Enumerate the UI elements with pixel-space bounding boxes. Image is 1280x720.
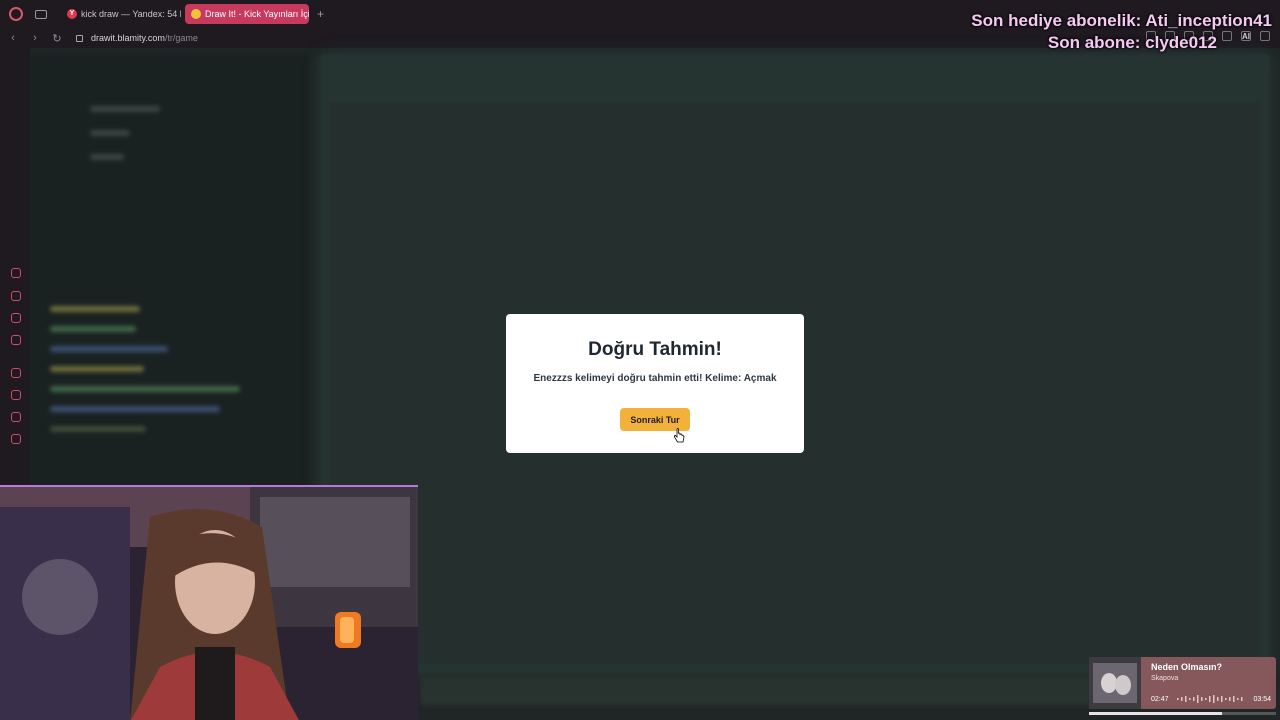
song-artist: Skapova (1151, 675, 1179, 682)
modal-title: Doğru Tahmin! (588, 339, 722, 360)
total-time: 03:54 (1253, 696, 1271, 703)
correct-guess-modal: Doğru Tahmin! Enezzzs kelimeyi doğru tah… (506, 314, 804, 453)
url-field[interactable]: drawit.blamity.com/tr/game (91, 33, 198, 43)
messenger-icon[interactable] (11, 335, 21, 345)
chat-line (50, 346, 168, 352)
modal-message: Enezzzs kelimeyi doğru tahmin etti! Keli… (533, 373, 777, 384)
aria-icon[interactable] (11, 291, 21, 301)
url-host: drawit.blamity.com (91, 33, 165, 43)
last-sub-overlay: Son abone: clyde012 (1047, 33, 1217, 52)
player-row (90, 154, 124, 160)
profile-icon[interactable] (1260, 31, 1270, 41)
player-icon[interactable] (11, 368, 21, 378)
album-art (1089, 657, 1141, 709)
wallet-icon[interactable] (11, 313, 21, 323)
opera-logo-icon[interactable] (9, 7, 23, 21)
chat-line (50, 306, 140, 312)
drawit-favicon-icon (191, 9, 201, 19)
tab-label: kick draw — Yandex: 54 b (81, 9, 181, 19)
waveform-icon (1177, 695, 1243, 703)
webcam-image (0, 487, 418, 720)
player-row (90, 130, 130, 136)
stream-frame: Y kick draw — Yandex: 54 b Draw It! - Ki… (0, 0, 1280, 720)
pin-icon[interactable] (11, 412, 21, 422)
webcam-feed (0, 485, 418, 720)
yandex-favicon-icon: Y (67, 9, 77, 19)
player-row (90, 106, 160, 112)
chat-line (50, 386, 240, 392)
forward-icon[interactable]: › (26, 32, 44, 44)
ai-button[interactable]: AI (1242, 32, 1250, 41)
players-panel (30, 54, 310, 494)
reload-icon[interactable]: ↻ (48, 32, 66, 45)
history-icon[interactable] (11, 268, 21, 278)
current-time: 02:47 (1151, 696, 1169, 703)
chat-line (50, 326, 136, 332)
tab-menu-icon[interactable] (35, 9, 47, 19)
chat-line (50, 366, 144, 372)
hand-cursor-icon (673, 428, 685, 443)
album-art-image (1089, 657, 1141, 709)
chat-line (50, 426, 146, 432)
song-title: Neden Olmasın? (1151, 662, 1223, 672)
now-playing-widget: Neden Olmasın? Skapova 02:47 03:54 (1089, 657, 1276, 709)
url-path: /tr/game (164, 33, 198, 43)
clock-icon[interactable] (11, 390, 21, 400)
song-progress-bar (1089, 712, 1276, 715)
back-icon[interactable]: ‹ (4, 32, 22, 44)
new-tab-button[interactable]: + (317, 7, 324, 21)
tab-yandex[interactable]: Y kick draw — Yandex: 54 b (61, 4, 181, 24)
extensions-icon[interactable] (1222, 31, 1232, 41)
tab-drawit[interactable]: Draw It! - Kick Yayınları İçi (185, 4, 309, 24)
lock-icon (76, 34, 83, 42)
tab-label: Draw It! - Kick Yayınları İçi (205, 9, 309, 19)
settings-icon[interactable] (11, 434, 21, 444)
song-progress-fill (1089, 712, 1222, 715)
chat-line (50, 406, 220, 412)
last-gift-sub-overlay: Son hediye abonelik: Ati_inception41 (971, 11, 1272, 30)
